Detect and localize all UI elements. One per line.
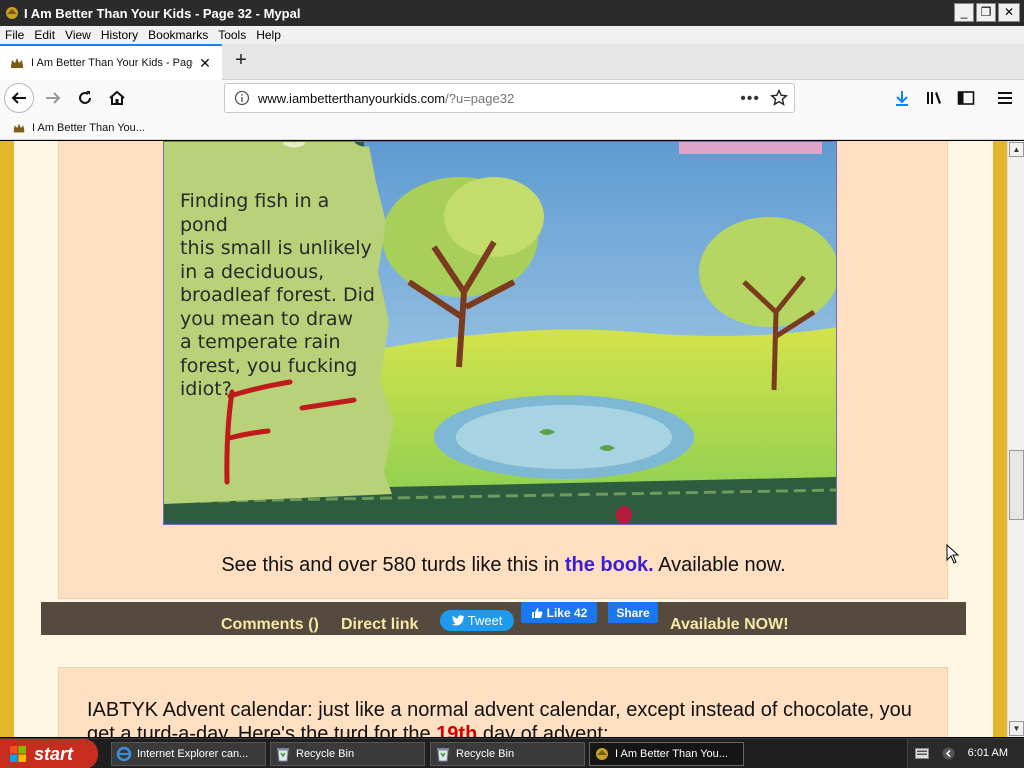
restore-button[interactable]: ❐ [976,3,996,22]
minimize-button[interactable]: _ [954,3,974,22]
tab-title: I Am Better Than Your Kids - Page [31,57,193,69]
url-path: /?u=page32 [445,90,515,106]
desktop-screen: I Am Better Than Your Kids - Page 32 - M… [0,0,1024,768]
twitter-bird-icon [451,615,465,626]
site-info-icon[interactable] [234,90,250,106]
caption-text: See this and over 580 turds like this in [221,554,565,576]
downloads-icon[interactable] [892,88,912,108]
windows-flag-icon [10,746,26,762]
menu-edit[interactable]: Edit [29,28,60,42]
post-card: IABTYK Advent calendar: just like a norm… [58,667,948,737]
keyboard-icon[interactable] [915,748,929,759]
task-label: I Am Better Than You... [615,748,728,760]
book-caption: See this and over 580 turds like this in… [0,554,1007,577]
note-line: Finding fish in a pond [180,190,330,236]
tab-strip: I Am Better Than Your Kids - Page ✕ + [0,44,1024,80]
task-label: Recycle Bin [296,748,355,760]
clock: 6:01 AM [967,747,1008,759]
recycle-bin-icon [437,748,449,762]
recycle-bin-icon [277,748,289,762]
system-tray: 6:01 AM [907,739,1024,768]
window-title: I Am Better Than Your Kids - Page 32 - M… [24,5,301,21]
task-recycle-bin[interactable]: Recycle Bin [270,742,425,766]
close-button[interactable]: ✕ [998,3,1020,22]
home-icon [109,90,125,105]
note-line: you mean to draw [180,307,354,330]
menu-file[interactable]: File [0,28,29,42]
menu-tools[interactable]: Tools [213,28,251,42]
back-button[interactable] [4,83,34,113]
mouse-cursor-icon [946,544,959,564]
comic-image[interactable]: Finding fish in a pond this small is unl… [163,141,837,525]
tab-close-icon[interactable]: ✕ [197,55,213,71]
like-label: Like 42 [546,605,588,620]
available-now-link[interactable]: Available NOW! [670,616,789,634]
forward-button[interactable] [38,83,68,113]
scroll-down-icon[interactable]: ▼ [1009,721,1024,736]
sidebar-icon[interactable] [956,88,976,108]
comments-link[interactable]: Comments () [221,616,319,634]
address-bar[interactable]: www.iambetterthanyourkids.com/?u=page32 … [224,83,795,113]
taskbar: start Internet Explorer can... Recycle B… [0,738,1024,768]
direct-link[interactable]: Direct link [341,616,418,634]
forward-arrow-icon [46,92,61,104]
menu-hamburger-icon[interactable] [995,88,1015,108]
facebook-like-button[interactable]: Like 42 [521,602,597,623]
note-line: idiot? [180,378,232,400]
bookmarks-toolbar: I Am Better Than You... [0,116,1024,140]
start-label: start [34,743,74,764]
mypal-app-icon [6,7,18,19]
tweet-button[interactable]: Tweet [440,610,514,631]
advent-text-part: day of advent: [477,723,609,737]
tab-iabtyk[interactable]: I Am Better Than Your Kids - Page ✕ [0,44,222,80]
menu-help[interactable]: Help [251,28,286,42]
library-icon[interactable] [924,88,944,108]
task-internet-explorer[interactable]: Internet Explorer can... [111,742,266,766]
start-button[interactable]: start [0,739,98,768]
comic-note: Finding fish in a pond this small is unl… [180,190,380,402]
scroll-thumb[interactable] [1009,450,1024,520]
note-line: this small is unlikely [180,237,372,259]
note-line: in a deciduous, [180,260,325,283]
task-recycle-bin[interactable]: Recycle Bin [430,742,585,766]
internet-explorer-icon [116,746,132,762]
bookmark-star-icon[interactable] [770,89,788,107]
menu-history[interactable]: History [96,28,143,42]
new-tab-button[interactable]: + [230,50,252,72]
task-label: Recycle Bin [456,748,515,760]
vertical-scrollbar[interactable]: ▲ ▼ [1007,141,1024,737]
note-line: broadleaf forest. Did [180,284,375,306]
task-label: Internet Explorer can... [137,748,249,760]
menu-view[interactable]: View [60,28,96,42]
site-favicon-icon [11,58,23,68]
reload-button[interactable] [70,83,100,113]
mypal-icon [596,748,608,760]
tweet-label: Tweet [467,613,503,628]
navigation-toolbar: www.iambetterthanyourkids.com/?u=page32 … [0,80,1024,116]
caption-suffix: Available now. [653,554,786,576]
home-button[interactable] [102,83,132,113]
url-host: www.iambetterthanyourkids.com [258,90,446,106]
advent-text: IABTYK Advent calendar: just like a norm… [87,698,937,737]
tray-expand-icon[interactable] [942,747,955,760]
scroll-up-icon[interactable]: ▲ [1009,142,1024,157]
thumbs-up-icon [531,607,543,618]
book-link[interactable]: the book. [565,554,654,576]
menu-bookmarks[interactable]: Bookmarks [143,28,213,42]
menu-bar: File Edit View History Bookmarks Tools H… [0,26,1024,44]
task-mypal-window[interactable]: I Am Better Than You... [589,742,744,766]
share-bar: Comments () Direct link Tweet Like 42 Sh… [41,602,966,635]
reload-icon [79,91,91,104]
note-line: a temperate rain [180,331,341,353]
advent-day: 19th [436,723,478,737]
bookmark-favicon-icon [13,123,25,132]
window-title-bar: I Am Better Than Your Kids - Page 32 - M… [0,0,1024,26]
note-line: forest, you fucking [180,354,358,377]
bookmark-item[interactable]: I Am Better Than You... [32,122,145,134]
facebook-share-button[interactable]: Share [608,602,658,623]
back-arrow-icon [11,92,26,104]
page-actions-icon[interactable]: ••• [740,90,760,108]
web-page: Finding fish in a pond this small is unl… [0,141,1007,737]
